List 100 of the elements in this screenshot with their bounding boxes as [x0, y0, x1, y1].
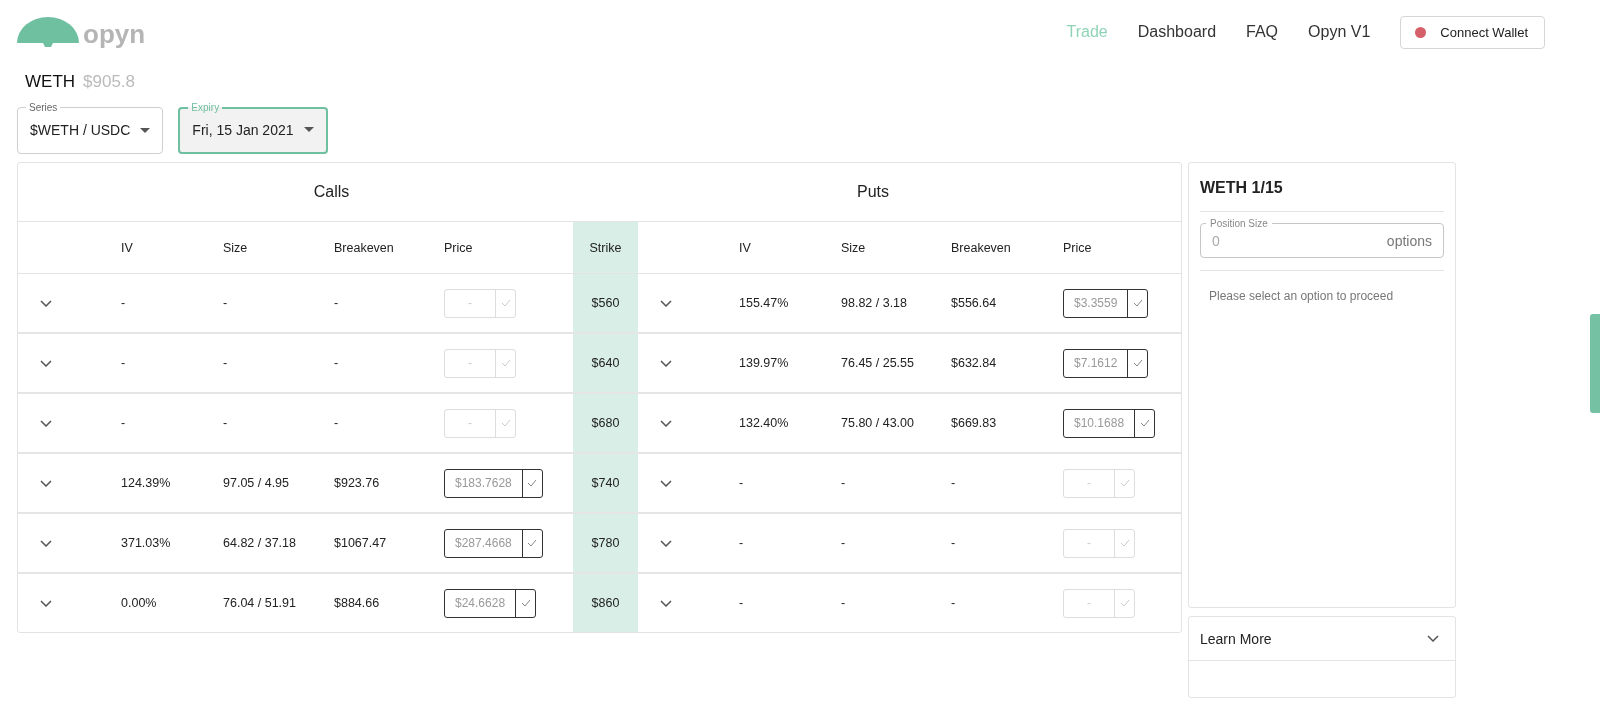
table-cell: 97.05 / 4.95 — [223, 476, 290, 490]
chevron-down-icon[interactable] — [40, 299, 52, 307]
price-value: - — [467, 295, 473, 312]
nav-link[interactable]: Dashboard — [1137, 23, 1217, 41]
chevron-down-icon[interactable] — [40, 359, 52, 367]
checkmark-icon[interactable] — [1119, 479, 1130, 487]
logo-icon — [17, 17, 79, 47]
column-header: Price — [1063, 240, 1092, 255]
price-input-field[interactable]: $10.1688 — [1063, 408, 1156, 438]
strike-cell: $740 — [573, 454, 638, 512]
price-value: - — [1086, 595, 1092, 612]
table-cell: $1067.47 — [334, 536, 387, 550]
price-value: $24.6628 — [454, 595, 507, 612]
table-cell: 75.80 / 43.00 — [841, 416, 914, 430]
column-header: Breakeven — [951, 240, 1011, 255]
table-cell: 371.03% — [121, 536, 171, 550]
strike-cell: $560 — [573, 274, 638, 332]
checkmark-icon[interactable] — [1139, 419, 1150, 427]
table-cell: - — [739, 476, 744, 490]
chevron-down-icon[interactable] — [660, 419, 672, 427]
table-cell: 124.39% — [121, 476, 171, 490]
price-input-field[interactable]: - — [1063, 528, 1135, 558]
checkmark-icon[interactable] — [500, 299, 511, 307]
price-value: $183.7628 — [454, 475, 513, 492]
info-message: Please select an option to proceed — [1209, 289, 1395, 303]
learn-more-toggle[interactable]: Learn More — [1189, 617, 1455, 661]
table-cell: - — [121, 296, 126, 310]
nav-link[interactable]: Opyn V1 — [1308, 23, 1371, 41]
table-cell: $632.84 — [951, 356, 997, 370]
checkmark-icon[interactable] — [500, 419, 511, 427]
price-input-field[interactable]: - — [444, 348, 516, 378]
chevron-down-icon[interactable] — [40, 539, 52, 547]
column-header: IV — [121, 240, 133, 255]
table-cell: - — [121, 356, 126, 370]
chevron-down-icon[interactable] — [660, 299, 672, 307]
price-input-field[interactable]: $183.7628 — [444, 468, 543, 498]
nav-link[interactable]: FAQ — [1246, 23, 1279, 41]
checkmark-icon[interactable] — [500, 359, 511, 367]
price-value: - — [467, 415, 473, 432]
table-cell: - — [223, 296, 228, 310]
connect-wallet-button[interactable]: Connect Wallet — [1400, 15, 1545, 49]
table-cell: - — [223, 416, 228, 430]
position-size-field[interactable]: Position Size 0 options — [1200, 218, 1444, 258]
table-cell: 0.00% — [121, 596, 157, 610]
table-cell: - — [841, 536, 846, 550]
price-input-field[interactable]: - — [444, 408, 516, 438]
table-cell: 76.45 / 25.55 — [841, 356, 914, 370]
price-value: $3.3559 — [1073, 295, 1119, 312]
select-value: $WETH / USDC — [30, 122, 131, 138]
price-value: - — [1086, 535, 1092, 552]
chevron-down-icon[interactable] — [40, 599, 52, 607]
checkmark-icon[interactable] — [527, 539, 538, 547]
chevron-down-icon[interactable] — [660, 359, 672, 367]
chevron-down-icon[interactable] — [40, 479, 52, 487]
price-input-field[interactable]: $287.4668 — [444, 528, 543, 558]
table-cell: 155.47% — [739, 296, 789, 310]
checkmark-icon[interactable] — [520, 599, 531, 607]
table-cell: 132.40% — [739, 416, 789, 430]
table-cell: - — [841, 476, 846, 490]
table-cell: $923.76 — [334, 476, 380, 490]
table-cell: - — [223, 356, 228, 370]
chevron-down-icon — [1427, 635, 1439, 642]
section-title: Puts — [857, 183, 889, 201]
select-field[interactable]: Expiry Fri, 15 Jan 2021 — [178, 102, 328, 154]
price-input-field[interactable]: - — [1063, 468, 1135, 498]
price-input-field[interactable]: - — [444, 288, 516, 318]
checkmark-icon[interactable] — [1119, 539, 1130, 547]
dropdown-caret-icon — [303, 127, 314, 132]
chevron-down-icon[interactable] — [660, 479, 672, 487]
checkmark-icon[interactable] — [1132, 359, 1143, 367]
chevron-down-icon[interactable] — [660, 599, 672, 607]
price-input-field[interactable]: $24.6628 — [444, 588, 537, 618]
price-value: $7.1612 — [1073, 355, 1119, 372]
table-cell: - — [334, 296, 339, 310]
select-field[interactable]: Series $WETH / USDC — [17, 102, 164, 154]
table-cell: $556.64 — [951, 296, 997, 310]
checkmark-icon[interactable] — [1119, 599, 1130, 607]
checkmark-icon[interactable] — [527, 479, 538, 487]
price-input-field[interactable]: $7.1612 — [1063, 348, 1149, 378]
table-cell: 98.82 / 3.18 — [841, 296, 908, 310]
field-label: Position Size — [1209, 218, 1269, 229]
price-input-field[interactable]: - — [1063, 588, 1135, 618]
strike-cell: $860 — [573, 574, 638, 632]
chevron-down-icon[interactable] — [660, 539, 672, 547]
price-input-field[interactable]: $3.3559 — [1063, 288, 1149, 318]
table-cell: $669.83 — [951, 416, 997, 430]
strike-cell: $780 — [573, 514, 638, 572]
select-value: Fri, 15 Jan 2021 — [192, 121, 294, 138]
nav-link[interactable]: Trade — [1066, 23, 1108, 41]
size-input[interactable]: 0 — [1212, 233, 1387, 249]
field-label: Expiry — [190, 102, 221, 113]
chevron-down-icon[interactable] — [40, 419, 52, 427]
column-header: Size — [841, 240, 866, 255]
logo-text: opyn — [83, 21, 146, 47]
unit-label: options — [1386, 233, 1432, 249]
table-cell: - — [739, 536, 744, 550]
price-value: - — [1086, 475, 1092, 492]
checkmark-icon[interactable] — [1132, 299, 1143, 307]
section-title: Calls — [313, 183, 350, 201]
price-value: - — [467, 355, 473, 372]
